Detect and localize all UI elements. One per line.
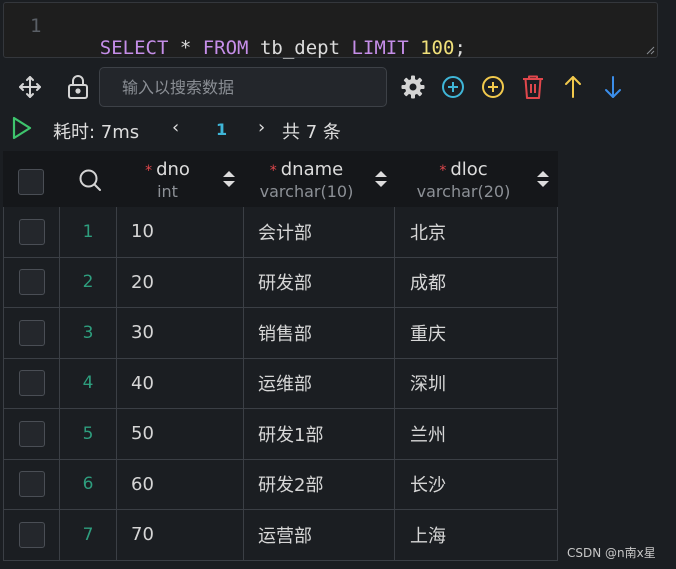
column-name: dname: [280, 159, 344, 180]
required-mark: *: [439, 163, 447, 179]
row-checkbox[interactable]: [18, 471, 45, 498]
sql-token: tb_dept: [248, 37, 352, 59]
insert-row-icon[interactable]: [479, 73, 507, 101]
search-icon[interactable]: [78, 168, 102, 192]
cell-dname[interactable]: 运营部: [244, 510, 395, 561]
required-mark: *: [269, 163, 277, 179]
sql-token: SELECT: [99, 37, 169, 59]
column-header-dno[interactable]: * dno int: [117, 151, 244, 207]
required-mark: *: [145, 163, 153, 179]
row-checkbox[interactable]: [18, 370, 45, 397]
sort-icon[interactable]: [221, 169, 237, 189]
sort-icon[interactable]: [535, 169, 551, 189]
column-header-dloc[interactable]: * dloc varchar(20): [395, 151, 558, 207]
cell-dname[interactable]: 研发2部: [244, 459, 395, 510]
prev-page-button[interactable]: ‹: [172, 117, 179, 138]
select-all-cell: [3, 151, 60, 207]
sort-icon[interactable]: [373, 169, 389, 189]
row-checkbox[interactable]: [18, 319, 45, 346]
row-checkbox[interactable]: [18, 218, 45, 245]
cell-dname[interactable]: 会计部: [244, 207, 395, 258]
total-count: 共 7 条: [282, 122, 341, 143]
resize-grip-icon[interactable]: [645, 45, 655, 55]
sql-token: FROM: [202, 37, 249, 59]
column-type: varchar(20): [416, 182, 511, 201]
sql-token: *: [168, 37, 203, 59]
run-icon[interactable]: [10, 115, 34, 141]
table-row[interactable]: 4 40 运维部 深圳: [3, 358, 558, 409]
cell-dno[interactable]: 40: [117, 358, 244, 409]
row-select-cell: [3, 510, 60, 561]
table-row[interactable]: 5 50 研发1部 兰州: [3, 409, 558, 460]
search-column-cell: [60, 151, 117, 207]
cell-dloc[interactable]: 深圳: [395, 358, 558, 409]
row-index: 6: [60, 459, 117, 510]
row-select-cell: [3, 358, 60, 409]
cell-dname[interactable]: 研发部: [244, 257, 395, 308]
line-number: 1: [30, 15, 42, 37]
column-type: varchar(10): [259, 182, 354, 201]
next-page-button[interactable]: ›: [258, 117, 265, 138]
cell-dloc[interactable]: 兰州: [395, 409, 558, 460]
row-select-cell: [3, 207, 60, 258]
current-page[interactable]: 1: [216, 120, 227, 139]
sql-token: ;: [454, 37, 466, 59]
cell-dloc[interactable]: 成都: [395, 257, 558, 308]
row-checkbox[interactable]: [18, 521, 45, 548]
arrow-down-icon[interactable]: [599, 73, 627, 101]
cell-dno[interactable]: 50: [117, 409, 244, 460]
toolbar: [0, 64, 676, 110]
arrow-up-icon[interactable]: [559, 73, 587, 101]
row-select-cell: [3, 459, 60, 510]
cell-dloc[interactable]: 上海: [395, 510, 558, 561]
row-select-cell: [3, 257, 60, 308]
sql-editor[interactable]: 1 SELECT * FROM tb_dept LIMIT 100;: [3, 2, 658, 59]
grid-header: * dno int * dname varchar(10) * dloc varcha…: [3, 151, 558, 207]
cell-dloc[interactable]: 长沙: [395, 459, 558, 510]
cell-dno[interactable]: 30: [117, 308, 244, 359]
cell-dloc[interactable]: 北京: [395, 207, 558, 258]
table-row[interactable]: 3 30 销售部 重庆: [3, 308, 558, 359]
result-grid: * dno int * dname varchar(10) * dloc varcha…: [3, 151, 558, 561]
add-row-icon[interactable]: [439, 73, 467, 101]
row-checkbox[interactable]: [18, 269, 45, 296]
row-select-cell: [3, 409, 60, 460]
status-bar: 耗时: 7ms ‹ 1 › 共 7 条: [0, 112, 676, 146]
column-type: int: [157, 182, 178, 201]
elapsed-time: 耗时: 7ms: [53, 122, 140, 143]
cell-dname[interactable]: 研发1部: [244, 409, 395, 460]
cell-dno[interactable]: 10: [117, 207, 244, 258]
column-name: dno: [156, 159, 190, 180]
cell-dloc[interactable]: 重庆: [395, 308, 558, 359]
delete-icon[interactable]: [519, 73, 547, 101]
sql-token: 100: [420, 37, 455, 59]
sql-token: LIMIT: [351, 37, 409, 59]
row-select-cell: [3, 308, 60, 359]
gear-icon[interactable]: [399, 73, 427, 101]
cell-dno[interactable]: 60: [117, 459, 244, 510]
table-row[interactable]: 6 60 研发2部 长沙: [3, 459, 558, 510]
row-checkbox[interactable]: [18, 420, 45, 447]
table-row[interactable]: 7 70 运营部 上海: [3, 510, 558, 561]
move-icon[interactable]: [16, 73, 44, 101]
row-index: 4: [60, 358, 117, 409]
cell-dname[interactable]: 运维部: [244, 358, 395, 409]
row-index: 1: [60, 207, 117, 258]
row-index: 7: [60, 510, 117, 561]
search-input[interactable]: [99, 67, 387, 107]
row-index: 5: [60, 409, 117, 460]
column-header-dname[interactable]: * dname varchar(10): [244, 151, 395, 207]
cell-dname[interactable]: 销售部: [244, 308, 395, 359]
row-index: 3: [60, 308, 117, 359]
select-all-checkbox[interactable]: [18, 169, 44, 195]
cell-dno[interactable]: 20: [117, 257, 244, 308]
table-row[interactable]: 1 10 会计部 北京: [3, 207, 558, 258]
watermark: CSDN @n南x星: [567, 546, 656, 560]
cell-dno[interactable]: 70: [117, 510, 244, 561]
table-row[interactable]: 2 20 研发部 成都: [3, 257, 558, 308]
column-name: dloc: [450, 159, 488, 180]
lock-icon[interactable]: [64, 73, 92, 101]
row-index: 2: [60, 257, 117, 308]
